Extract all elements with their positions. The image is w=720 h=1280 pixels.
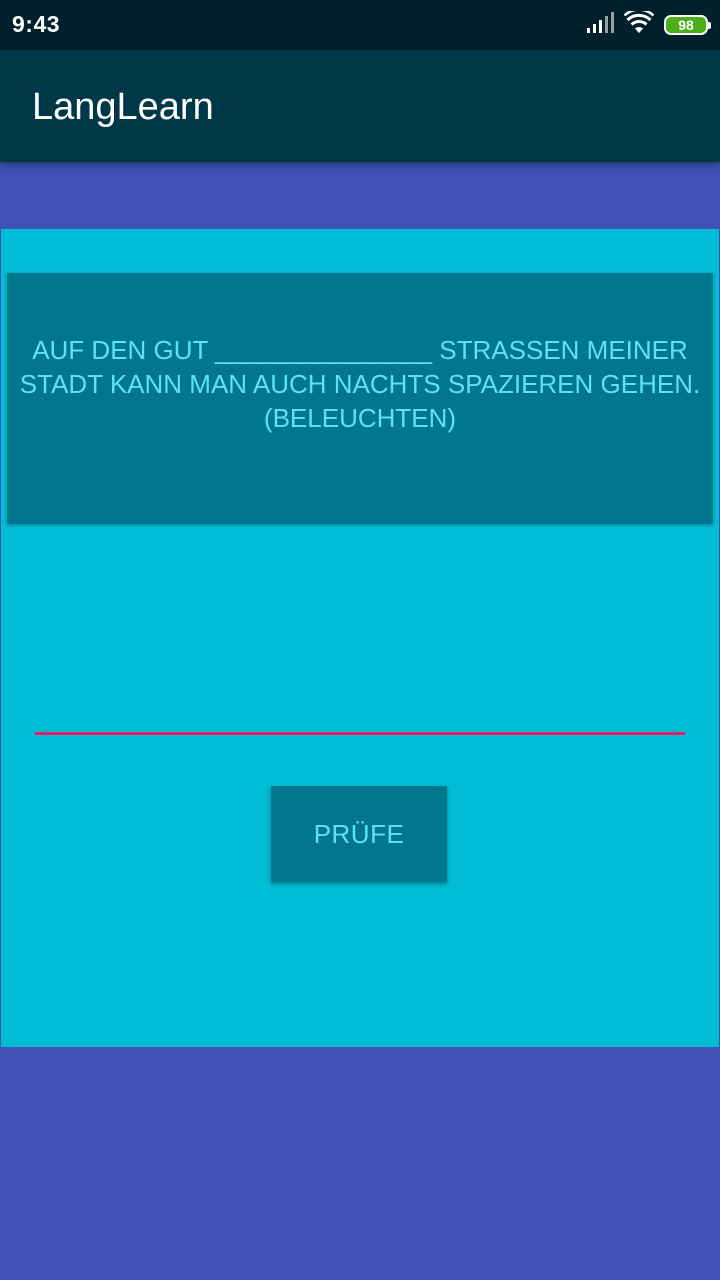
- question-box: AUF DEN GUT _______________ STRASSEN MEI…: [7, 273, 713, 524]
- answer-input[interactable]: [35, 699, 685, 735]
- signal-icon: [586, 11, 614, 39]
- status-icons: 98: [586, 8, 711, 40]
- status-bar: 9:43 98: [0, 0, 720, 50]
- question-text: AUF DEN GUT _______________ STRASSEN MEI…: [19, 334, 701, 433]
- battery-tip: [708, 22, 711, 29]
- status-time: 9:43: [12, 11, 61, 37]
- battery-level: 98: [678, 17, 694, 33]
- wifi-icon: [623, 8, 655, 40]
- battery-icon: 98: [664, 15, 711, 35]
- app-title: LangLearn: [32, 86, 214, 128]
- check-button[interactable]: PRÜFE: [271, 786, 447, 882]
- app-bar: LangLearn: [0, 50, 720, 162]
- exercise-card: AUF DEN GUT _______________ STRASSEN MEI…: [1, 229, 719, 1047]
